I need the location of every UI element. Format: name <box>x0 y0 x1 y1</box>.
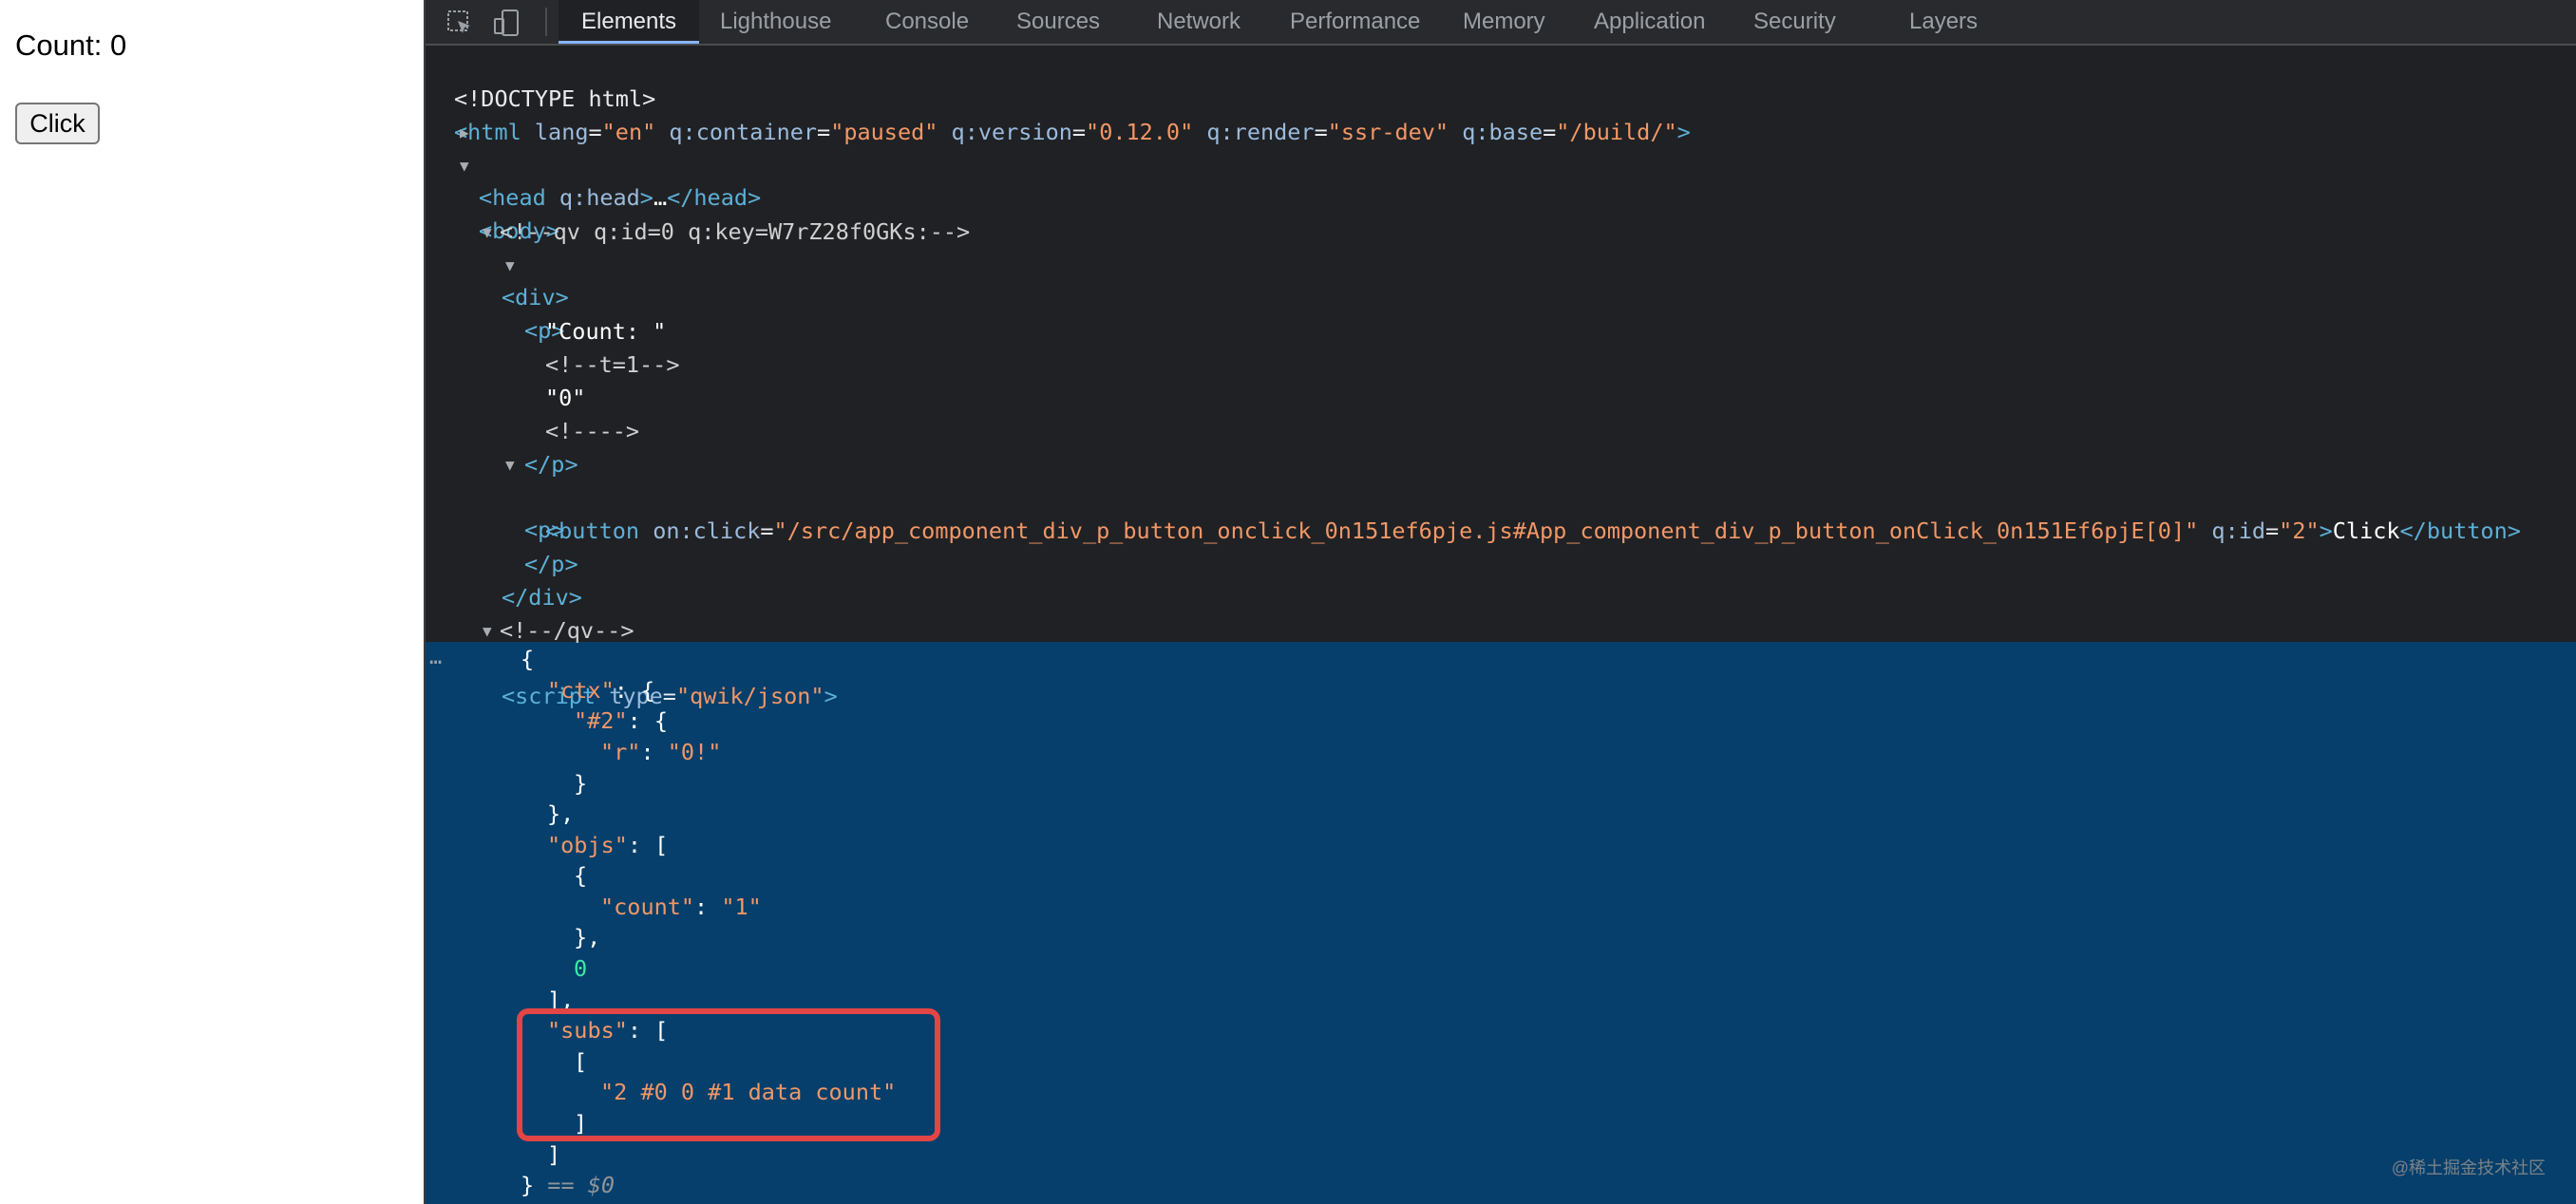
click-button[interactable]: Click <box>15 103 100 144</box>
comment-node[interactable]: <!--qv q:id=0 q:key=W7rZ28f0GKs:--> <box>426 183 2576 245</box>
json-line: ] <box>547 1141 561 1168</box>
button-node[interactable]: <button on:click="/src/app_component_div… <box>426 482 2576 544</box>
count-text: Count: 0 <box>15 28 127 62</box>
tab-lighthouse[interactable]: Lighthouse <box>697 0 854 44</box>
tab-elements[interactable]: Elements <box>559 0 700 44</box>
tab-layers[interactable]: Layers <box>1886 0 2000 44</box>
tab-network[interactable]: Network <box>1134 0 1263 44</box>
collapse-triangle-icon[interactable]: ▼ <box>460 150 469 182</box>
p-node[interactable]: ▼ <p> <box>426 449 2576 543</box>
tab-application[interactable]: Application <box>1571 0 1728 44</box>
devtools-panel: Elements Lighthouse Console Sources Netw… <box>424 0 2576 1204</box>
div-close-tag[interactable]: </div> <box>426 549 2576 611</box>
inspect-element-icon[interactable] <box>445 8 475 38</box>
comment-node[interactable]: <!--/qv--> <box>426 582 2576 644</box>
html-node[interactable]: <html lang="en" q:container="paused" q:v… <box>426 84 2576 145</box>
expand-triangle-icon[interactable]: ▶ <box>460 117 469 149</box>
div-node[interactable]: ▼ <div> <box>426 216 2576 310</box>
tab-console[interactable]: Console <box>862 0 992 44</box>
annotation-highlight-box <box>517 1008 940 1141</box>
doctype-line[interactable]: <!DOCTYPE html> <box>426 50 2576 112</box>
json-line: } <box>574 770 588 797</box>
comment-node[interactable]: <!----> <box>426 383 2576 444</box>
elements-tree: … <!DOCTYPE html> <html lang="en" q:cont… <box>426 47 2576 1204</box>
json-line: "#2": { <box>574 707 669 734</box>
watermark: @稀土掘金技术社区 <box>2391 1158 2546 1177</box>
json-line: }, <box>574 924 601 950</box>
json-line: "objs": [ <box>547 832 669 858</box>
collapse-triangle-icon[interactable]: ▼ <box>505 449 515 481</box>
body-node[interactable]: ▼ <body> <box>426 150 2576 244</box>
p-node[interactable]: ▼ <p> <box>426 250 2576 344</box>
rendered-page: Count: 0 Click <box>0 0 424 1204</box>
text-node[interactable]: "0" <box>426 349 2576 411</box>
p-close-tag[interactable]: </p> <box>426 516 2576 577</box>
json-line: "ctx": { <box>547 677 655 704</box>
json-line: "r": "0!" <box>600 739 722 765</box>
tab-sources[interactable]: Sources <box>994 0 1123 44</box>
devtools-toolbar: Elements Lighthouse Console Sources Netw… <box>426 0 2576 46</box>
json-line: "count": "1" <box>600 894 762 920</box>
json-line: } == $0 <box>521 1172 616 1198</box>
json-line: }, <box>547 800 575 827</box>
head-node[interactable]: ▶ <head q:head>…</head> <box>426 117 2576 211</box>
device-toolbar-icon[interactable] <box>492 8 522 38</box>
selection-marker: == $0 <box>547 1172 616 1198</box>
json-line: { <box>574 862 588 889</box>
collapse-triangle-icon[interactable]: ▼ <box>505 250 515 282</box>
tab-security[interactable]: Security <box>1731 0 1859 44</box>
json-line: 0 <box>574 955 588 982</box>
p-close-tag[interactable]: </p> <box>426 416 2576 478</box>
collapse-triangle-icon[interactable]: ▼ <box>483 216 492 249</box>
json-line: { <box>521 646 535 672</box>
tab-memory[interactable]: Memory <box>1440 0 1568 44</box>
toolbar-divider <box>545 8 547 36</box>
tab-performance[interactable]: Performance <box>1267 0 1443 44</box>
comment-node[interactable]: <!--t=1--> <box>426 316 2576 378</box>
text-node[interactable]: "Count: " <box>426 283 2576 345</box>
